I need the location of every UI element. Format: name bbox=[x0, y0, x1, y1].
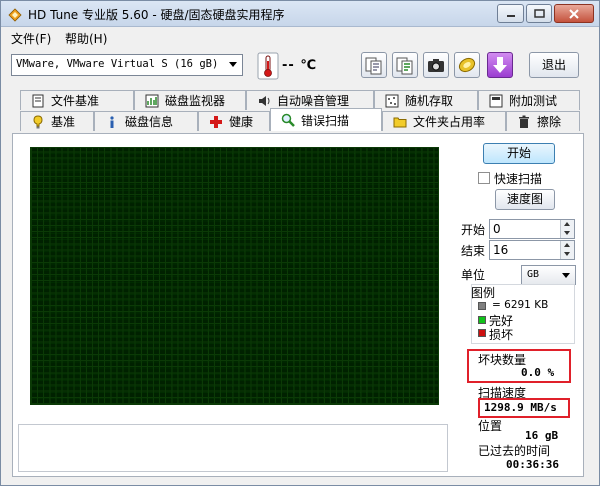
block-size-text: = 6291 KB bbox=[492, 299, 549, 311]
copy-text-button[interactable] bbox=[361, 52, 387, 78]
start-position-value: 0 bbox=[493, 222, 501, 236]
exit-button[interactable]: 退出 bbox=[529, 52, 579, 78]
close-button[interactable] bbox=[554, 4, 594, 23]
tab-benchmark[interactable]: 基准 bbox=[20, 111, 94, 131]
position-label: 位置 bbox=[478, 419, 503, 433]
magnifier-icon bbox=[281, 113, 295, 127]
start-position-input[interactable]: 0 bbox=[489, 219, 575, 239]
damaged-swatch bbox=[478, 329, 486, 337]
save-button[interactable] bbox=[487, 52, 513, 78]
chevron-down-icon bbox=[229, 62, 237, 67]
end-position-label: 结束 bbox=[461, 244, 486, 258]
tab-disk-monitor[interactable]: 磁盘监视器 bbox=[134, 90, 246, 110]
start-scan-button[interactable]: 开始 bbox=[483, 143, 555, 164]
tab-label: 擦除 bbox=[537, 115, 562, 129]
menu-bar: 文件(F) 帮助(H) bbox=[1, 28, 599, 48]
elapsed-time-label: 已过去的时间 bbox=[478, 444, 551, 458]
speaker-icon bbox=[259, 95, 270, 106]
copy-all-button[interactable] bbox=[392, 52, 418, 78]
disk-monitor-icon bbox=[145, 94, 159, 107]
block-size-swatch bbox=[478, 302, 486, 310]
unit-select-value: GB bbox=[527, 269, 540, 280]
menu-help[interactable]: 帮助(H) bbox=[65, 30, 107, 47]
download-arrow-icon bbox=[493, 57, 507, 73]
tab-file-benchmark[interactable]: 文件基准 bbox=[20, 90, 134, 110]
file-benchmark-icon bbox=[32, 94, 44, 107]
bad-blocks-value: 0.0 % bbox=[521, 366, 555, 379]
chevron-down-icon bbox=[562, 273, 570, 278]
options-button[interactable] bbox=[454, 52, 480, 78]
tab-aam[interactable]: 自动噪音管理 bbox=[246, 90, 374, 110]
minimize-button[interactable] bbox=[497, 4, 524, 23]
tab-label: 磁盘监视器 bbox=[165, 94, 226, 108]
scan-speed-value: 1298.9 MB/s bbox=[484, 401, 557, 414]
close-icon bbox=[569, 8, 579, 19]
elapsed-time-value: 00:36:36 bbox=[506, 458, 559, 471]
temperature-readout: -- ℃ bbox=[282, 58, 318, 73]
app-icon bbox=[8, 8, 22, 22]
app-window: HD Tune 专业版 5.60 - 硬盘/固态硬盘实用程序 文件(F) 帮助(… bbox=[0, 0, 600, 486]
block-map-grid bbox=[30, 147, 439, 405]
random-access-icon bbox=[385, 94, 399, 107]
tab-disk-info[interactable]: 磁盘信息 bbox=[94, 111, 198, 131]
unit-select[interactable]: GB bbox=[521, 265, 576, 285]
drive-select-value: VMware, VMware Virtual S (16 gB) bbox=[16, 58, 219, 70]
tab-label: 文件基准 bbox=[51, 94, 100, 108]
tab-label: 文件夹占用率 bbox=[413, 115, 486, 129]
start-position-label: 开始 bbox=[461, 223, 486, 237]
tab-health[interactable]: 健康 bbox=[198, 111, 270, 131]
trash-icon bbox=[519, 115, 529, 128]
quick-scan-label: 快速扫描 bbox=[494, 172, 543, 186]
options-icon bbox=[458, 57, 476, 73]
tab-random-access[interactable]: 随机存取 bbox=[374, 90, 478, 110]
menu-file[interactable]: 文件(F) bbox=[11, 30, 51, 47]
tab-extra-tests[interactable]: 附加测试 bbox=[478, 90, 580, 110]
spinner-arrows-icon[interactable] bbox=[560, 220, 574, 238]
ok-swatch bbox=[478, 316, 486, 324]
end-position-value: 16 bbox=[493, 243, 509, 257]
screenshot-button[interactable] bbox=[423, 52, 449, 78]
tab-label: 随机存取 bbox=[405, 94, 454, 108]
unit-label: 单位 bbox=[461, 268, 486, 282]
spinner-arrows-icon[interactable] bbox=[560, 241, 574, 259]
tab-label: 基准 bbox=[51, 115, 76, 129]
extra-tests-icon bbox=[489, 94, 503, 107]
health-cross-icon bbox=[210, 115, 222, 128]
maximize-icon bbox=[533, 9, 545, 18]
tab-label: 磁盘信息 bbox=[125, 115, 174, 129]
copy-icon bbox=[365, 57, 382, 75]
tab-folder-usage[interactable]: 文件夹占用率 bbox=[382, 111, 506, 131]
window-title: HD Tune 专业版 5.60 - 硬盘/固态硬盘实用程序 bbox=[28, 8, 285, 22]
scan-log-box bbox=[18, 424, 448, 472]
copy-all-icon bbox=[396, 57, 413, 75]
info-icon bbox=[110, 115, 114, 128]
benchmark-icon bbox=[33, 114, 43, 128]
folder-icon bbox=[393, 117, 407, 127]
tab-label: 附加测试 bbox=[509, 94, 558, 108]
title-bar: HD Tune 专业版 5.60 - 硬盘/固态硬盘实用程序 bbox=[1, 1, 599, 27]
tab-erase[interactable]: 擦除 bbox=[506, 111, 580, 131]
camera-icon bbox=[428, 59, 444, 72]
drive-select[interactable]: VMware, VMware Virtual S (16 gB) bbox=[11, 54, 243, 76]
thermometer-icon bbox=[257, 52, 279, 80]
tab-label: 自动噪音管理 bbox=[277, 94, 350, 108]
quick-scan-checkbox[interactable] bbox=[478, 172, 490, 184]
maximize-button[interactable] bbox=[526, 4, 552, 23]
tab-label: 错误扫描 bbox=[301, 113, 350, 128]
end-position-input[interactable]: 16 bbox=[489, 240, 575, 260]
legend-box bbox=[471, 284, 575, 344]
toolbar: VMware, VMware Virtual S (16 gB) -- ℃ 退出 bbox=[1, 48, 599, 84]
bad-blocks-label: 坏块数量 bbox=[478, 353, 527, 367]
speed-map-button[interactable]: 速度图 bbox=[495, 189, 555, 210]
tab-label: 健康 bbox=[229, 115, 254, 129]
legend-damaged-label: 损坏 bbox=[489, 328, 514, 342]
minimize-icon bbox=[506, 14, 515, 17]
tab-error-scan[interactable]: 错误扫描 bbox=[270, 108, 382, 131]
position-value: 16 gB bbox=[525, 429, 559, 442]
